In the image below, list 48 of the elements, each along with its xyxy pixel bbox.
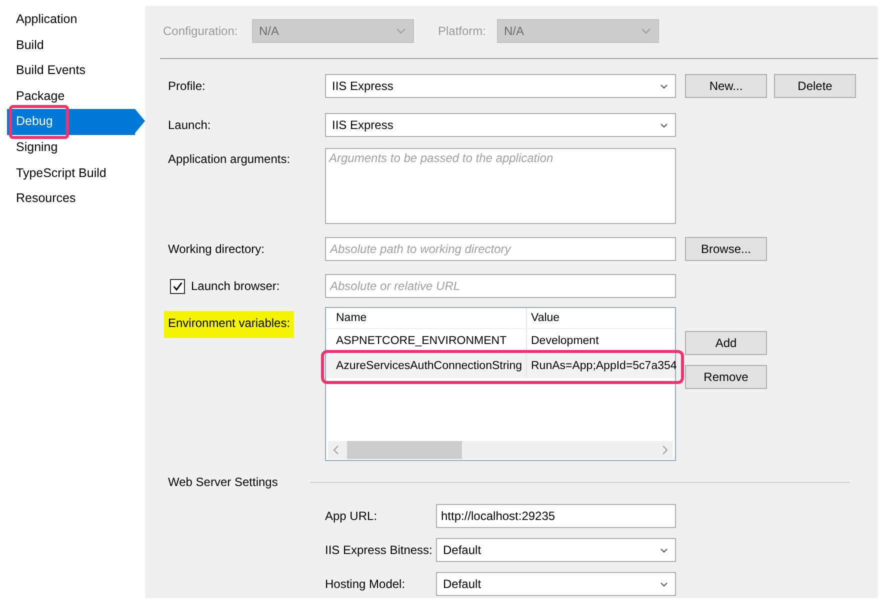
launch-dropdown[interactable]: IIS Express <box>325 113 676 137</box>
chevron-down-icon <box>641 28 651 34</box>
field-label: Profile: <box>168 79 206 93</box>
table-cell-text: RunAs=App;AppId=5c7a354 <box>530 359 677 374</box>
scroll-right-icon[interactable] <box>662 445 668 455</box>
chevron-down-icon <box>660 84 668 88</box>
sidebar-item[interactable]: Application <box>0 7 145 33</box>
hosting-model-dropdown[interactable]: Default <box>436 572 676 596</box>
section-title: Web Server Settings <box>168 475 279 489</box>
browse-button[interactable]: Browse... <box>685 237 767 261</box>
checkbox-label: Launch browser: <box>191 279 280 293</box>
scroll-left-icon[interactable] <box>333 445 339 455</box>
variable-button[interactable]: Remove <box>685 365 767 389</box>
field-label: Working directory: <box>168 242 266 256</box>
field-label: Platform: <box>438 24 488 38</box>
sidebar-item[interactable]: Resources <box>0 186 145 212</box>
profile-button[interactable]: New... <box>685 74 767 98</box>
arguments-field[interactable]: Arguments to be passed to the application <box>325 148 676 224</box>
sidebar-item[interactable]: Build <box>0 32 145 58</box>
chevron-down-icon <box>660 582 668 586</box>
checkmark-icon <box>172 280 183 292</box>
launch-browser-checkbox[interactable] <box>170 278 185 294</box>
table-row[interactable]: AzureServicesAuthConnectionString RunAs=App;AppId=5c7a354 <box>326 354 675 379</box>
profile-button[interactable]: Delete <box>774 74 856 98</box>
column-header[interactable]: Name <box>326 308 527 328</box>
field-label: App URL: <box>325 509 378 523</box>
chevron-down-icon <box>396 28 406 34</box>
field-label: Configuration: <box>163 24 239 38</box>
table-cell: AzureServicesAuthConnectionString <box>326 354 527 378</box>
sidebar-item[interactable]: Signing <box>0 134 145 161</box>
field-label: Hosting Model: <box>325 577 406 591</box>
chevron-down-icon <box>660 548 668 552</box>
chevron-down-icon <box>660 122 668 128</box>
table-cell: ASPNETCORE_ENVIRONMENT <box>326 329 527 353</box>
sidebar-item[interactable]: TypeScript Build <box>0 160 145 186</box>
sidebar-item[interactable]: Package <box>0 84 145 110</box>
field-label: Launch: <box>168 118 212 132</box>
variable-button[interactable]: Add <box>685 331 767 355</box>
field-label: Environment variables: <box>164 311 294 338</box>
table-cell-text: Development <box>530 334 599 349</box>
field-label: IIS Express Bitness: <box>325 543 434 557</box>
column-header[interactable]: Value <box>527 308 560 328</box>
horizontal-scrollbar[interactable] <box>328 441 673 459</box>
app-url-field[interactable]: http://localhost:29235 <box>436 504 676 528</box>
bitness-dropdown[interactable]: Default <box>436 538 676 562</box>
profile-dropdown[interactable]: IIS Express <box>325 74 676 98</box>
field-label: Application arguments: <box>168 151 292 166</box>
sidebar-item[interactable]: Build Events <box>0 58 145 84</box>
